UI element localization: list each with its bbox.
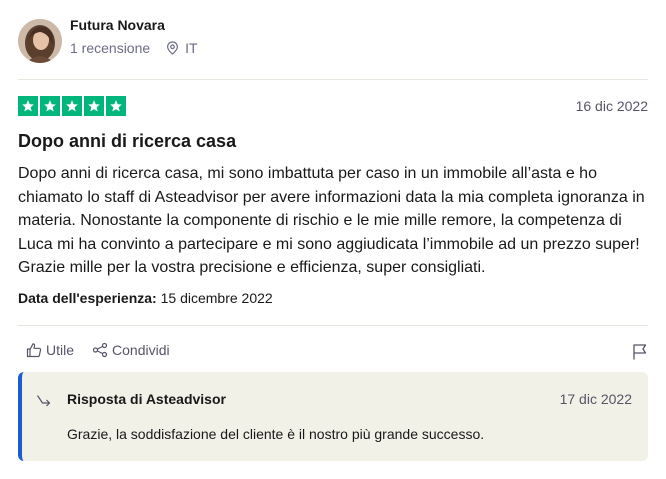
thumbs-up-icon — [26, 343, 42, 358]
experience-date: Data dell'esperienza: 15 dicembre 2022 — [18, 290, 273, 306]
avatar[interactable] — [18, 19, 62, 63]
share-button[interactable]: Condividi — [92, 342, 170, 358]
avatar-image — [18, 19, 62, 63]
flag-icon — [633, 344, 647, 360]
star-icon — [84, 96, 104, 116]
reply-date: 17 dic 2022 — [559, 391, 632, 407]
star-rating — [18, 96, 126, 116]
user-name[interactable]: Futura Novara — [70, 16, 198, 34]
report-flag-button[interactable] — [632, 343, 648, 365]
share-icon — [92, 342, 108, 358]
user-info: Futura Novara 1 recensione IT — [70, 17, 198, 56]
useful-label: Utile — [46, 342, 75, 358]
user-location: IT — [166, 40, 198, 56]
share-label: Condividi — [112, 342, 170, 358]
review-title[interactable]: Dopo anni di ricerca casa — [18, 131, 236, 152]
user-meta: 1 recensione IT — [70, 40, 198, 56]
reply-text: Grazie, la soddisfazione del cliente è i… — [67, 426, 485, 442]
review-date: 16 dic 2022 — [575, 98, 648, 114]
review-actions: Utile Condividi — [26, 342, 170, 358]
location-pin-icon — [167, 41, 179, 55]
reply-title: Risposta di Asteadvisor — [67, 391, 226, 407]
useful-button[interactable]: Utile — [26, 342, 74, 358]
actions-divider — [18, 325, 648, 326]
experience-label: Data dell'esperienza: — [18, 290, 157, 306]
star-icon — [40, 96, 60, 116]
header-divider — [18, 79, 648, 80]
experience-value: 15 dicembre 2022 — [160, 290, 273, 306]
star-icon — [18, 96, 38, 116]
reviews-count: 1 recensione — [70, 40, 151, 56]
user-country: IT — [185, 40, 198, 56]
reply-arrow-icon — [37, 395, 51, 407]
star-icon — [62, 96, 82, 116]
reviewer-header: Futura Novara 1 recensione IT — [18, 17, 198, 64]
company-reply: Risposta di Asteadvisor 17 dic 2022 Graz… — [18, 372, 648, 461]
star-icon — [106, 96, 126, 116]
review-text: Dopo anni di ricerca casa, mi sono imbat… — [18, 165, 645, 276]
